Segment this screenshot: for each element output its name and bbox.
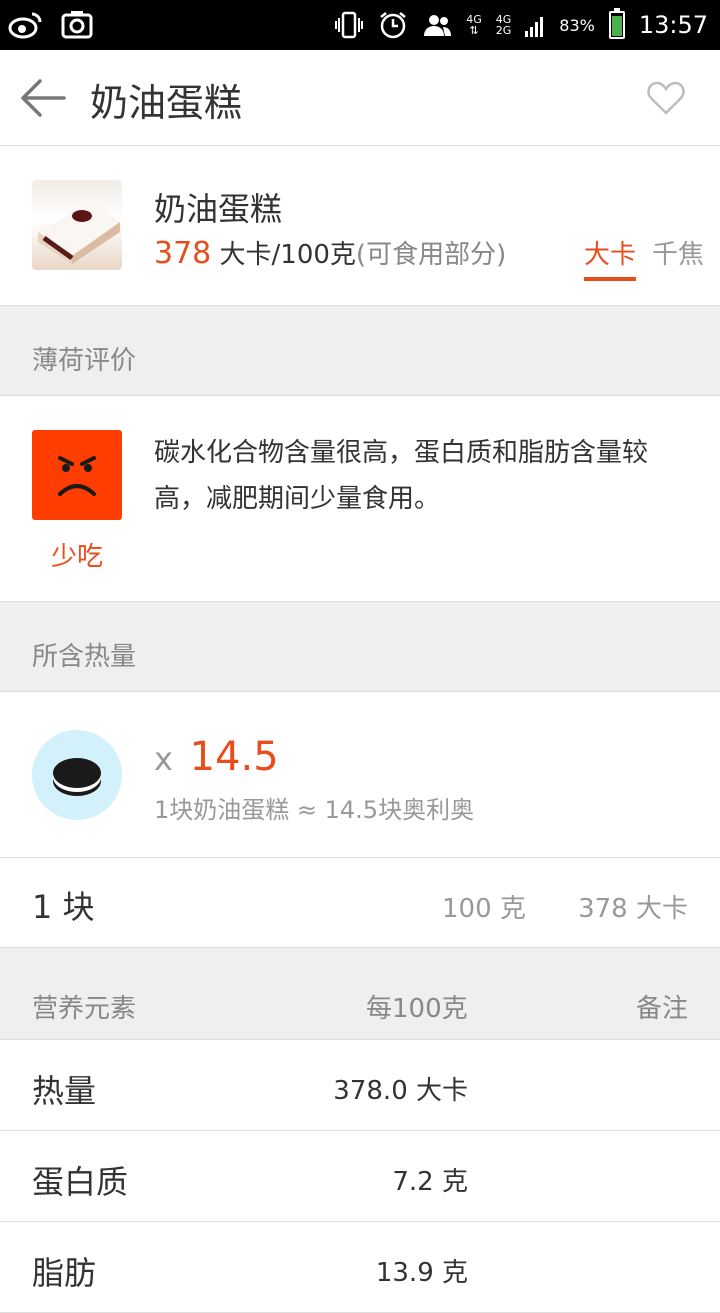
energy-unit-tabs: 大卡 千焦: [583, 234, 704, 281]
serving-weight: 100 克: [442, 894, 526, 924]
tab-kcal[interactable]: 大卡: [583, 234, 636, 281]
angry-face-icon: [32, 430, 122, 520]
food-name: 奶油蛋糕: [154, 190, 283, 228]
food-summary: 奶油蛋糕 378 大卡/100克(可食用部分) 大卡 千焦: [0, 146, 720, 306]
nutrient-name: 蛋白质: [32, 1163, 129, 1201]
equivalent-multiplier: x 14.5: [154, 734, 279, 780]
evaluation-text: 碳水化合物含量很高，蛋白质和脂肪含量较高，减肥期间少量食用。: [154, 438, 649, 514]
nutrient-value: 378.0 大卡: [333, 1076, 468, 1106]
tab-kj[interactable]: 千焦: [652, 234, 704, 281]
table-row: 蛋白质 7.2 克: [0, 1131, 720, 1222]
multiplier-prefix: x: [154, 740, 173, 778]
battery-icon: [608, 8, 625, 39]
calorie-equivalent[interactable]: x 14.5 1块奶油蛋糕 ≈ 14.5块奥利奥: [0, 694, 720, 858]
evaluation-label: 少吃: [50, 542, 103, 572]
network-1: 4G ⇅: [466, 13, 482, 37]
food-calories: 378 大卡/100克(可食用部分): [154, 234, 506, 271]
nutrient-value: 13.9 克: [375, 1258, 468, 1288]
app-bar: 奶油蛋糕: [0, 50, 720, 146]
column-nutrient: 营养元素: [32, 994, 137, 1024]
nutrition-table-header: 营养元素 每100克 备注: [0, 948, 720, 1040]
clock: 13:57: [638, 11, 708, 39]
calorie-unit: 大卡/100克: [219, 240, 356, 270]
serving-calories: 378 大卡: [578, 894, 688, 924]
calorie-note: (可食用部分): [355, 240, 507, 270]
section-title: 所含热量: [32, 642, 137, 672]
weibo-icon: [8, 12, 42, 39]
table-row: 热量 378.0 大卡: [0, 1040, 720, 1131]
battery-percent: 83%: [559, 15, 595, 35]
nutrient-value: 7.2 克: [392, 1167, 468, 1197]
contacts-icon: [424, 15, 452, 36]
status-bar: 4G ⇅ 4G 2G 83% 13:57: [0, 0, 720, 50]
vibrate-icon: [335, 11, 364, 39]
serving-unit: 1 块: [32, 888, 95, 926]
calorie-value: 378: [154, 236, 212, 271]
nutrient-name: 热量: [32, 1072, 97, 1110]
multiplier-value: 14.5: [189, 734, 279, 780]
back-arrow-icon[interactable]: [18, 76, 68, 120]
page-title: 奶油蛋糕: [90, 81, 243, 125]
nutrient-name: 脂肪: [32, 1254, 97, 1292]
alarm-icon: [380, 12, 406, 39]
table-row: 脂肪 13.9 克: [0, 1222, 720, 1313]
signal-icon: [525, 17, 544, 37]
column-per-100g: 每100克: [366, 994, 468, 1024]
oreo-icon: [32, 730, 122, 820]
food-image: [32, 180, 122, 270]
screenshot-icon: [61, 11, 93, 39]
column-note: 备注: [635, 994, 688, 1024]
calorie-section-header: 所含热量: [0, 602, 720, 692]
section-title: 薄荷评价: [32, 346, 137, 376]
evaluation-card: 少吃 碳水化合物含量很高，蛋白质和脂肪含量较高，减肥期间少量食用。: [0, 398, 720, 602]
network-2: 4G 2G: [495, 13, 512, 37]
heart-icon[interactable]: [646, 78, 686, 118]
serving-row[interactable]: 1 块 100 克 378 大卡: [0, 858, 720, 948]
equivalent-description: 1块奶油蛋糕 ≈ 14.5块奥利奥: [154, 796, 475, 824]
evaluation-section-header: 薄荷评价: [0, 306, 720, 396]
